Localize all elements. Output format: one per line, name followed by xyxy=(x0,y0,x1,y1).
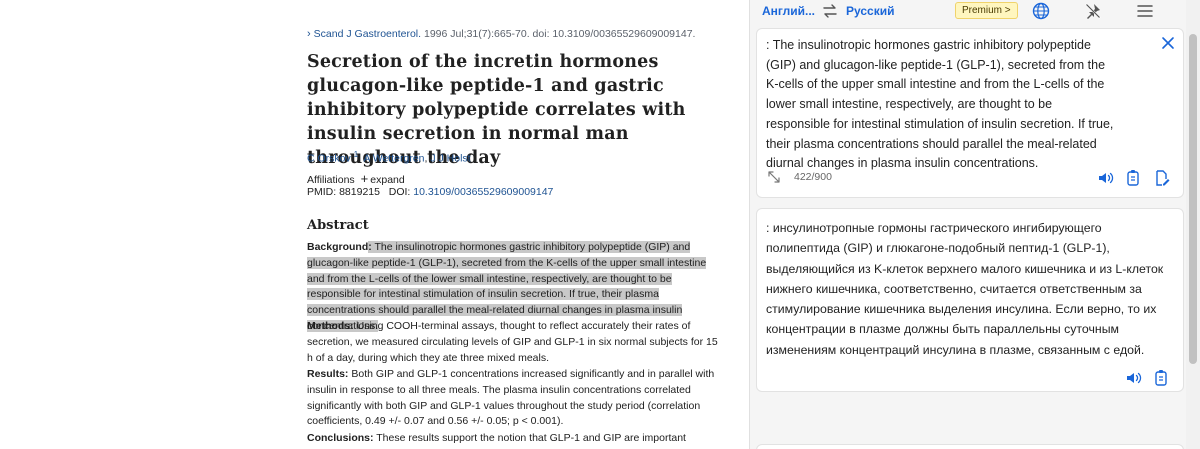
author-link[interactable]: C Orskov xyxy=(307,153,351,165)
citation-details: 1996 Jul;31(7):665-70. doi: 10.3109/0036… xyxy=(421,28,696,40)
next-card xyxy=(756,444,1184,449)
translation-card: : инсулинотропные гормоны гастрического … xyxy=(756,208,1184,392)
speaker-icon[interactable] xyxy=(1097,169,1115,187)
expand-label: expand xyxy=(370,174,405,186)
author-link[interactable]: A Wettergren xyxy=(363,153,424,165)
close-icon[interactable] xyxy=(1160,35,1176,51)
citation: › Scand J Gastroenterol. 1996 Jul;31(7):6… xyxy=(307,28,695,40)
chevron-right-icon[interactable]: › xyxy=(307,28,311,40)
translator-panel: Англий... Русский Premium > : The insuli… xyxy=(749,0,1200,449)
resize-diagonal-icon[interactable] xyxy=(766,169,782,185)
results-label: Results: xyxy=(307,368,349,380)
translator-toolbar: Англий... Русский Premium > xyxy=(750,0,1187,24)
source-actions xyxy=(1097,169,1171,187)
abstract-heading: Abstract xyxy=(307,218,369,233)
globe-icon[interactable] xyxy=(1028,0,1054,22)
translation-text: : инсулинотропные гормоны гастрического … xyxy=(766,221,1164,357)
premium-button[interactable]: Premium > xyxy=(955,2,1018,19)
background-label: Background xyxy=(307,241,369,253)
abstract-results: Results: Both GIP and GLP-1 concentratio… xyxy=(307,368,715,428)
journal-link[interactable]: Scand J Gastroenterol. xyxy=(314,28,421,40)
panel-scrollbar[interactable] xyxy=(1186,0,1200,449)
affiliations-toggle[interactable]: Affiliations + expand xyxy=(307,171,405,186)
target-language-select[interactable]: Русский xyxy=(846,4,895,18)
author-link[interactable]: J J Holst xyxy=(430,153,470,165)
article: › Scand J Gastroenterol. 1996 Jul;31(7):6… xyxy=(307,0,727,449)
translation-actions xyxy=(1125,369,1171,387)
authors-list: C Orskov 1, A Wettergren, J J Holst xyxy=(307,150,471,165)
source-language-select[interactable]: Англий... xyxy=(762,4,815,18)
copy-icon[interactable] xyxy=(1125,169,1143,187)
char-counter-text: 422/900 xyxy=(794,171,832,183)
edit-document-icon[interactable] xyxy=(1153,169,1171,187)
pmid: PMID: 8819215 xyxy=(307,186,380,198)
speaker-icon[interactable] xyxy=(1125,369,1143,387)
scrollbar-thumb[interactable] xyxy=(1189,34,1197,364)
doi-link[interactable]: 10.3109/00365529609009147 xyxy=(413,186,553,198)
hamburger-menu-icon[interactable] xyxy=(1132,0,1158,22)
pin-off-icon[interactable] xyxy=(1080,0,1106,22)
char-counter: 422/900 xyxy=(766,169,832,185)
abstract-conclusions: Conclusions: These results support the n… xyxy=(307,432,686,449)
conclusions-label: Conclusions: xyxy=(307,432,374,444)
source-text-input[interactable]: : The insulinotropic hormones gastric in… xyxy=(766,36,1118,174)
article-identifiers: PMID: 8819215 DOI: 10.3109/0036552960900… xyxy=(307,186,553,198)
copy-icon[interactable] xyxy=(1153,369,1171,387)
doi-label: DOI: xyxy=(388,186,414,198)
source-text-card: : The insulinotropic hormones gastric in… xyxy=(756,28,1184,198)
abstract-methods: Methods: Using COOH-terminal assays, tho… xyxy=(307,320,718,364)
affiliations-label: Affiliations xyxy=(307,174,355,186)
methods-label: Methods: xyxy=(307,320,354,332)
swap-arrows-icon[interactable] xyxy=(821,2,839,20)
plus-icon: + xyxy=(360,171,369,186)
